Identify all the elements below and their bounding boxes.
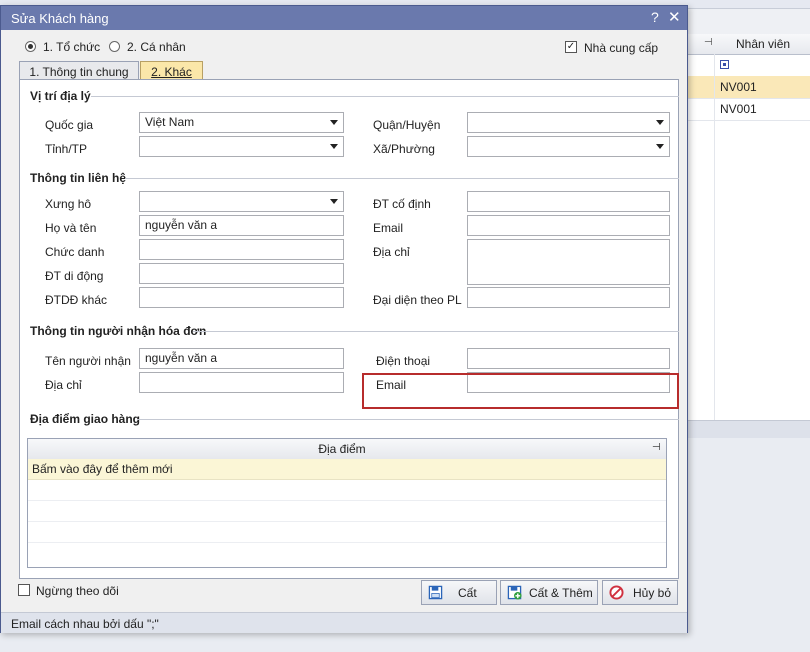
invoice-phone-input[interactable] — [467, 348, 670, 369]
invoice-address-input[interactable] — [139, 372, 344, 393]
radio-individual[interactable] — [109, 41, 120, 52]
province-label: Tỉnh/TP — [45, 142, 88, 156]
grid-line — [28, 521, 666, 522]
legal-rep-label: Đại diện theo PL — [373, 293, 462, 307]
ward-label: Xã/Phường — [373, 142, 435, 156]
status-text: Email cách nhau bởi dấu ";" — [11, 617, 159, 631]
receiver-input[interactable]: nguyễn văn a — [139, 348, 344, 369]
tab-general-info[interactable]: 1. Thông tin chung — [19, 61, 139, 80]
save-button[interactable]: Cất — [421, 580, 497, 605]
invoice-phone-label: Điện thoại — [376, 354, 431, 368]
section-divider — [91, 96, 679, 97]
country-value: Việt Nam — [145, 115, 195, 129]
job-title-input[interactable] — [139, 239, 344, 260]
job-title-label: Chức danh — [45, 245, 105, 259]
status-bar: Email cách nhau bởi dấu ";" — [1, 612, 687, 633]
dialog-title: Sửa Khách hàng — [11, 11, 109, 26]
receiver-label: Tên người nhận — [45, 354, 131, 368]
country-select[interactable]: Việt Nam — [139, 112, 344, 133]
grid-line — [28, 500, 666, 501]
chevron-down-icon — [330, 120, 338, 125]
pin-icon[interactable]: ⊣ — [652, 442, 661, 453]
inactive-label: Ngừng theo dõi — [36, 584, 119, 598]
delivery-column-header[interactable]: Địa điểm ⊣ — [28, 439, 666, 460]
section-title-contact: Thông tin liên hệ — [30, 171, 126, 185]
supplier-checkbox[interactable]: ✓ — [565, 41, 577, 53]
pin-icon: ⊣ — [704, 37, 713, 48]
floppy-disk-icon — [428, 585, 443, 600]
tab-label: 2. Khác — [151, 65, 192, 79]
floppy-add-icon — [507, 585, 522, 600]
new-row-prompt[interactable]: Bấm vào đây để thêm mới — [28, 459, 666, 480]
tab-label: 1. Thông tin chung — [29, 65, 129, 79]
contact-address-textarea[interactable] — [467, 239, 670, 285]
district-select[interactable] — [467, 112, 670, 133]
chevron-down-icon — [656, 144, 664, 149]
radio-individual-label[interactable]: 2. Cá nhân — [127, 40, 186, 54]
table-row[interactable]: NV001 — [688, 76, 810, 99]
landline-input[interactable] — [467, 191, 670, 212]
section-divider — [137, 419, 679, 420]
other-mobile-label: ĐTDĐ khác — [45, 293, 108, 307]
chevron-down-icon — [656, 120, 664, 125]
new-row-hint: Bấm vào đây để thêm mới — [32, 462, 173, 476]
fullname-input[interactable]: nguyễn văn a — [139, 215, 344, 236]
grid-divider — [714, 54, 715, 420]
save-and-add-label: Cất & Thêm — [529, 586, 593, 600]
district-label: Quận/Huyện — [373, 118, 441, 132]
other-mobile-input[interactable] — [139, 287, 344, 308]
contact-email-input[interactable] — [467, 215, 670, 236]
fullname-label: Họ và tên — [45, 221, 97, 235]
grid-filter-row[interactable] — [688, 54, 810, 77]
section-divider — [125, 178, 679, 179]
save-and-add-button[interactable]: Cất & Thêm — [500, 580, 598, 605]
employee-cell: NV001 — [720, 102, 757, 116]
contact-address-label: Địa chỉ — [373, 245, 410, 259]
section-title-delivery: Địa điểm giao hàng — [30, 412, 141, 426]
salutation-select[interactable] — [139, 191, 344, 212]
chevron-down-icon — [330, 144, 338, 149]
delivery-column-label: Địa điểm — [318, 442, 366, 456]
column-header-label: Nhân viên — [736, 37, 791, 51]
delivery-location-grid: Địa điểm ⊣ Bấm vào đây để thêm mới — [27, 438, 667, 568]
edit-customer-dialog: Sửa Khách hàng ? ✕ 1. Tổ chức 2. Cá nhân… — [0, 5, 688, 633]
ward-select[interactable] — [467, 136, 670, 157]
contact-email-label: Email — [373, 221, 404, 235]
tab-other[interactable]: 2. Khác — [140, 61, 203, 80]
close-icon[interactable]: ✕ — [668, 8, 681, 26]
table-row[interactable]: NV001 — [688, 98, 810, 121]
invoice-address-label: Địa chỉ — [45, 378, 82, 392]
supplier-label: Nhà cung cấp — [584, 41, 659, 55]
cancel-button-label: Hủy bỏ — [633, 586, 672, 600]
grid-column-header-employee[interactable]: ⊣ Nhân viên — [688, 34, 810, 55]
inactive-checkbox[interactable] — [18, 584, 30, 596]
dialog-titlebar[interactable]: Sửa Khách hàng ? ✕ — [1, 6, 687, 30]
section-divider — [193, 331, 679, 332]
employee-cell: NV001 — [720, 80, 757, 94]
country-label: Quốc gia — [45, 118, 94, 132]
section-title-geo: Vị trí địa lý — [30, 89, 91, 103]
highlight-box — [362, 373, 679, 409]
mobile-label: ĐT di động — [45, 269, 104, 283]
legal-rep-input[interactable] — [467, 287, 670, 308]
mobile-input[interactable] — [139, 263, 344, 284]
landline-label: ĐT cố định — [373, 197, 431, 211]
salutation-label: Xưng hô — [45, 197, 92, 211]
cancel-button[interactable]: Hủy bỏ — [602, 580, 678, 605]
filter-checkbox-icon[interactable] — [720, 60, 729, 69]
cancel-icon — [609, 585, 624, 600]
save-button-label: Cất — [458, 586, 477, 600]
province-select[interactable] — [139, 136, 344, 157]
chevron-down-icon — [330, 199, 338, 204]
section-title-invoice: Thông tin người nhận hóa đơn — [30, 324, 207, 338]
radio-organization[interactable] — [25, 41, 36, 52]
radio-organization-label[interactable]: 1. Tổ chức — [43, 40, 100, 54]
help-icon[interactable]: ? — [651, 9, 659, 25]
grid-line — [28, 542, 666, 543]
